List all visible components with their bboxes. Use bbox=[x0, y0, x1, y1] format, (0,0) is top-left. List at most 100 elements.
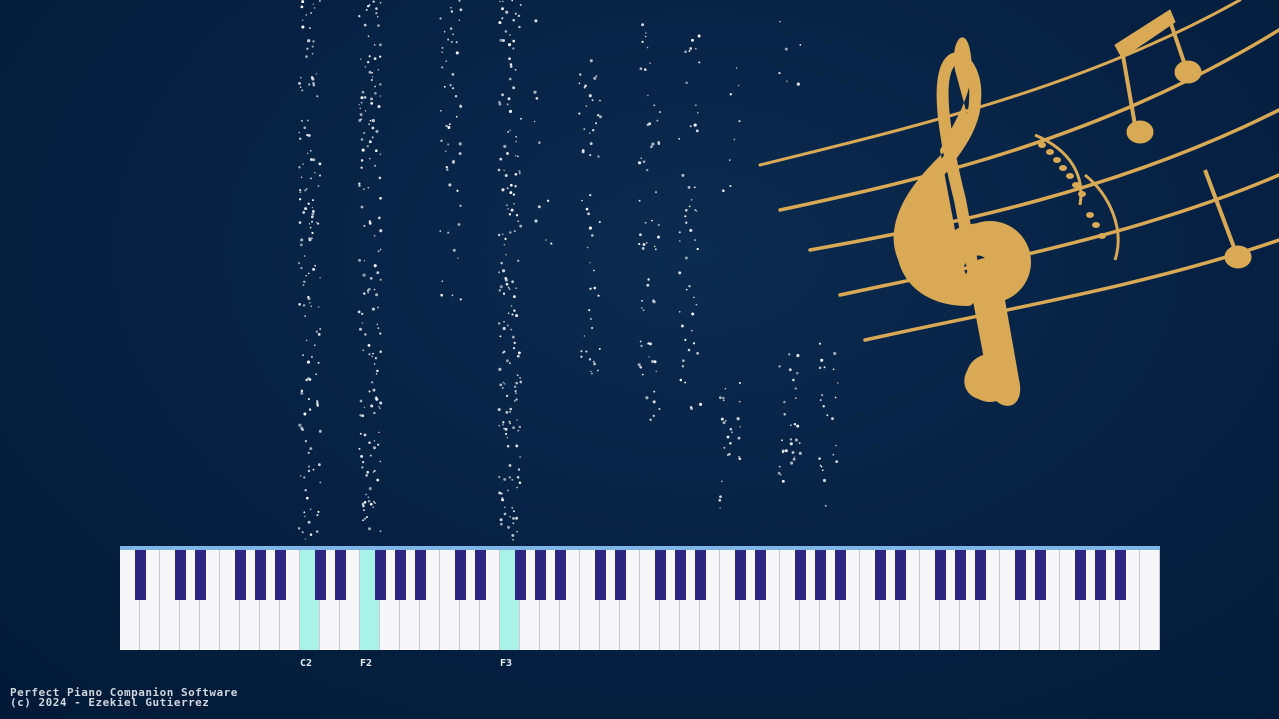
black-key-dsharp1[interactable] bbox=[195, 550, 206, 600]
black-key-asharp7[interactable] bbox=[1115, 550, 1126, 600]
particle bbox=[510, 63, 512, 66]
black-key-fsharp6[interactable] bbox=[935, 550, 946, 600]
particle bbox=[374, 357, 378, 360]
black-key-fsharp2[interactable] bbox=[375, 550, 386, 600]
particle bbox=[446, 168, 449, 171]
black-key-gsharp1[interactable] bbox=[255, 550, 266, 600]
particle bbox=[368, 441, 371, 444]
particle bbox=[777, 471, 781, 475]
particle bbox=[512, 522, 515, 525]
white-key-c8[interactable] bbox=[1140, 550, 1160, 650]
particle bbox=[650, 145, 653, 149]
particle bbox=[372, 388, 376, 392]
particle bbox=[307, 39, 311, 43]
particle bbox=[302, 163, 304, 165]
particle bbox=[519, 3, 522, 6]
particle bbox=[377, 24, 380, 27]
particle bbox=[835, 444, 837, 447]
black-key-csharp2[interactable] bbox=[315, 550, 326, 600]
black-key-fsharp5[interactable] bbox=[795, 550, 806, 600]
black-key-csharp6[interactable] bbox=[875, 550, 886, 600]
particle bbox=[511, 280, 514, 284]
particle bbox=[372, 0, 375, 3]
particle bbox=[369, 277, 373, 280]
particle bbox=[835, 460, 839, 463]
particle bbox=[368, 123, 370, 126]
particle bbox=[447, 126, 451, 129]
black-key-gsharp5[interactable] bbox=[815, 550, 826, 600]
black-key-dsharp6[interactable] bbox=[895, 550, 906, 600]
black-key-asharp0[interactable] bbox=[135, 550, 146, 600]
particle bbox=[509, 515, 511, 518]
particle bbox=[316, 400, 319, 403]
black-key-dsharp4[interactable] bbox=[615, 550, 626, 600]
particle bbox=[500, 261, 503, 265]
black-key-fsharp3[interactable] bbox=[515, 550, 526, 600]
particle bbox=[507, 489, 509, 492]
particle bbox=[729, 427, 733, 431]
black-key-asharp6[interactable] bbox=[975, 550, 986, 600]
black-key-csharp4[interactable] bbox=[595, 550, 606, 600]
black-key-dsharp7[interactable] bbox=[1035, 550, 1046, 600]
particle bbox=[501, 7, 504, 11]
particle bbox=[637, 161, 642, 165]
particle bbox=[365, 474, 369, 477]
particle bbox=[499, 0, 501, 3]
particle bbox=[304, 189, 307, 192]
particle bbox=[512, 426, 515, 429]
particle bbox=[504, 278, 508, 282]
black-key-gsharp3[interactable] bbox=[535, 550, 546, 600]
black-key-gsharp4[interactable] bbox=[675, 550, 686, 600]
black-key-csharp3[interactable] bbox=[455, 550, 466, 600]
particle bbox=[589, 132, 591, 134]
particle bbox=[457, 223, 461, 226]
particle bbox=[308, 83, 311, 86]
black-key-asharp5[interactable] bbox=[835, 550, 846, 600]
particle bbox=[300, 389, 304, 393]
black-key-dsharp2[interactable] bbox=[335, 550, 346, 600]
particle bbox=[378, 176, 382, 180]
piano-keyboard[interactable] bbox=[120, 546, 1160, 650]
black-key-fsharp1[interactable] bbox=[235, 550, 246, 600]
particle bbox=[586, 246, 589, 249]
particle bbox=[305, 496, 309, 500]
particle bbox=[518, 25, 521, 29]
black-key-dsharp3[interactable] bbox=[475, 550, 486, 600]
black-key-csharp7[interactable] bbox=[1015, 550, 1026, 600]
black-key-gsharp6[interactable] bbox=[955, 550, 966, 600]
black-key-fsharp7[interactable] bbox=[1075, 550, 1086, 600]
particle bbox=[365, 516, 368, 519]
black-key-csharp1[interactable] bbox=[175, 550, 186, 600]
particle bbox=[510, 305, 513, 307]
particle bbox=[546, 199, 550, 202]
particle bbox=[303, 412, 307, 416]
particle bbox=[689, 125, 692, 128]
black-key-asharp1[interactable] bbox=[275, 550, 286, 600]
particle bbox=[498, 100, 501, 104]
particle bbox=[309, 302, 311, 304]
black-key-asharp2[interactable] bbox=[415, 550, 426, 600]
black-key-gsharp7[interactable] bbox=[1095, 550, 1106, 600]
particle bbox=[695, 303, 698, 306]
particle bbox=[512, 193, 516, 196]
particle bbox=[535, 97, 539, 100]
particle bbox=[309, 508, 312, 511]
particle bbox=[374, 502, 376, 504]
particle bbox=[378, 43, 382, 47]
black-key-asharp3[interactable] bbox=[555, 550, 566, 600]
black-key-asharp4[interactable] bbox=[695, 550, 706, 600]
particle bbox=[308, 272, 310, 275]
particle bbox=[457, 257, 459, 259]
black-key-gsharp2[interactable] bbox=[395, 550, 406, 600]
black-key-fsharp4[interactable] bbox=[655, 550, 666, 600]
black-key-csharp5[interactable] bbox=[735, 550, 746, 600]
particle bbox=[443, 85, 446, 88]
black-key-dsharp5[interactable] bbox=[755, 550, 766, 600]
particle bbox=[738, 455, 740, 458]
particle bbox=[724, 419, 727, 422]
particle bbox=[444, 150, 447, 153]
particle bbox=[452, 33, 454, 36]
particle bbox=[373, 440, 376, 442]
particle bbox=[505, 359, 509, 363]
particle bbox=[684, 256, 688, 260]
